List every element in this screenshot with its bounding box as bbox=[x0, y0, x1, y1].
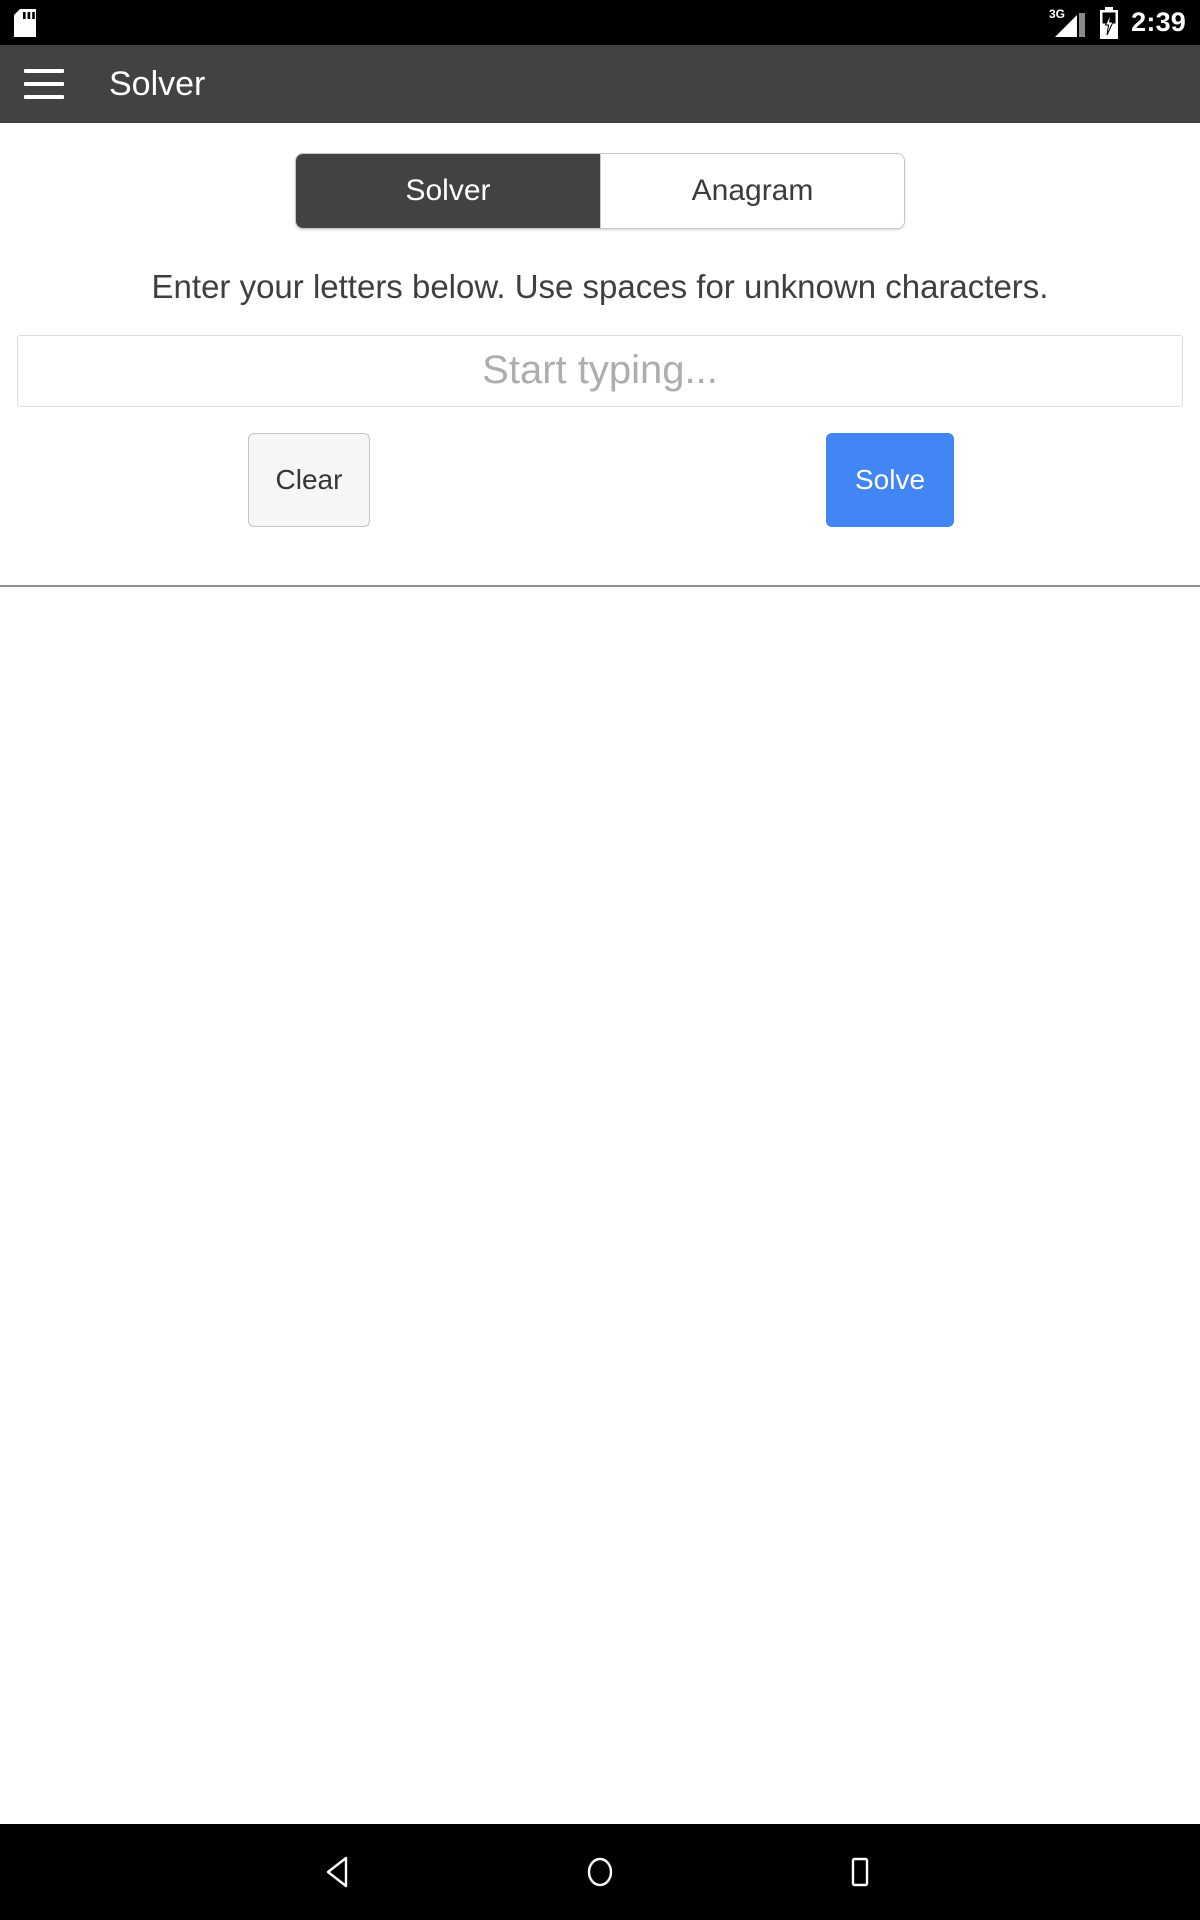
hamburger-menu-icon[interactable] bbox=[24, 69, 64, 99]
page-title: Solver bbox=[109, 65, 206, 103]
network-type-label: 3G bbox=[1049, 7, 1065, 21]
action-buttons-row: Clear Solve bbox=[0, 432, 1200, 533]
results-area bbox=[0, 586, 1200, 1787]
hamburger-line bbox=[24, 82, 64, 86]
status-bar-clock: 2:39 bbox=[1131, 7, 1186, 37]
hamburger-line bbox=[24, 69, 64, 73]
sd-card-icon bbox=[14, 8, 36, 37]
letters-input[interactable] bbox=[17, 334, 1183, 407]
tab-anagram[interactable]: Anagram bbox=[600, 154, 904, 228]
solve-button[interactable]: Solve bbox=[826, 432, 954, 527]
home-circle-icon bbox=[587, 1857, 613, 1887]
recents-square-icon bbox=[851, 1857, 869, 1887]
main-content: Solver Anagram Enter your letters below.… bbox=[0, 123, 1200, 1787]
nav-home-button[interactable] bbox=[470, 1824, 730, 1920]
signal-bars-icon: 3G bbox=[1049, 7, 1086, 37]
segmented-control: Solver Anagram bbox=[295, 153, 905, 229]
back-triangle-icon bbox=[326, 1856, 348, 1888]
battery-charging-icon bbox=[1100, 6, 1119, 39]
clear-button[interactable]: Clear bbox=[248, 432, 370, 527]
hamburger-line bbox=[24, 95, 64, 99]
status-bar-left-icons bbox=[14, 8, 36, 37]
nav-recents-button[interactable] bbox=[730, 1824, 990, 1920]
app-bar: Solver bbox=[0, 45, 1200, 123]
mode-tabs: Solver Anagram bbox=[0, 123, 1200, 229]
android-navigation-bar bbox=[0, 1824, 1200, 1920]
status-bar-right-icons: 3G 2:39 bbox=[1049, 6, 1186, 39]
nav-back-button[interactable] bbox=[210, 1824, 470, 1920]
tab-solver[interactable]: Solver bbox=[296, 154, 600, 228]
instructions-text: Enter your letters below. Use spaces for… bbox=[151, 268, 1049, 305]
android-status-bar: 3G 2:39 bbox=[0, 0, 1200, 45]
